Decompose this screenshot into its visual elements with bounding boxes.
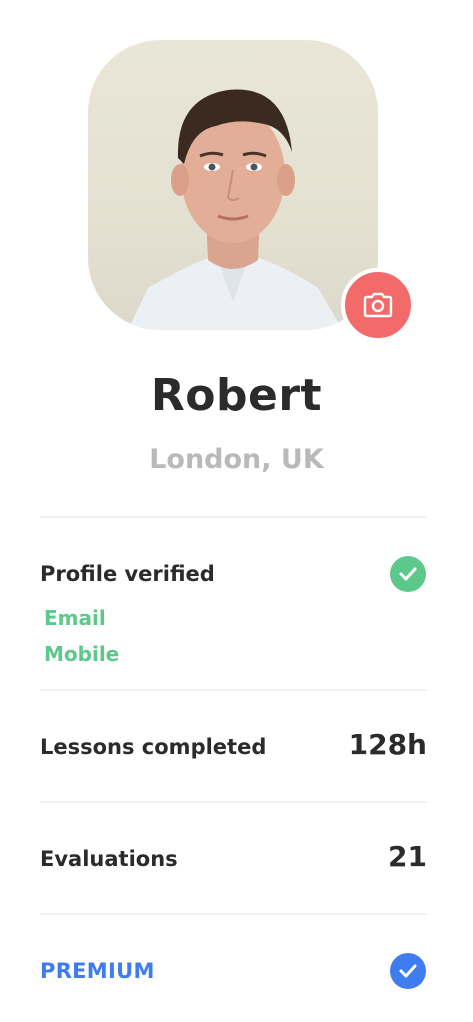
divider (40, 689, 427, 691)
verified-mobile: Mobile (44, 642, 120, 666)
premium-check-icon (390, 953, 426, 989)
camera-icon (363, 292, 393, 318)
verified-check-icon (390, 556, 426, 592)
avatar-photo (128, 89, 343, 330)
profile-location: London, UK (149, 444, 324, 475)
avatar[interactable] (88, 40, 378, 330)
divider (40, 516, 427, 518)
divider (40, 801, 427, 803)
change-photo-button[interactable] (341, 268, 415, 342)
profile-name: Robert (150, 370, 323, 421)
verified-email: Email (44, 606, 106, 630)
premium-label: PREMIUM (40, 959, 155, 983)
lessons-completed-value: 128h (348, 728, 427, 761)
evaluations-value: 21 (388, 840, 427, 873)
divider (40, 913, 427, 915)
avatar-container (88, 40, 415, 342)
lessons-completed-label: Lessons completed (40, 735, 267, 759)
verification-label: Profile verified (40, 562, 215, 586)
evaluations-label: Evaluations (40, 847, 178, 871)
